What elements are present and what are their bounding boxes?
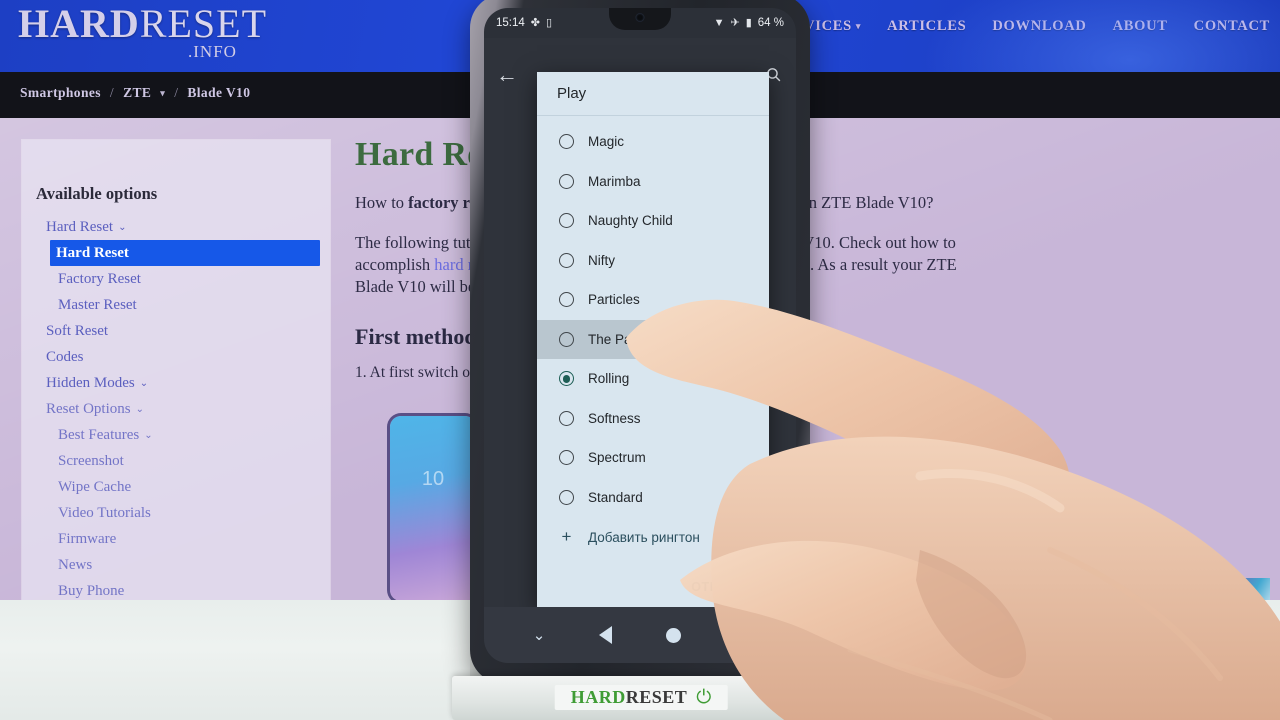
back-arrow-icon[interactable]: ← xyxy=(496,64,518,86)
sidebar-item-hard-reset-group[interactable]: Hard Reset ⌄ xyxy=(22,214,330,240)
logo-reset-text: RESET xyxy=(139,1,268,46)
sidebar-item-hidden-modes[interactable]: Hidden Modes ⌄ xyxy=(22,370,330,396)
sidebar-item-factory-reset[interactable]: Factory Reset xyxy=(22,266,330,292)
breadcrumb-separator: / xyxy=(174,85,179,100)
nav-item-label: CONTACT xyxy=(1193,18,1270,34)
sidebar-item-wipe-cache[interactable]: Wipe Cache xyxy=(22,474,330,500)
sidebar: Available options Hard Reset ⌄ Hard Reset… xyxy=(22,140,330,604)
radio-button[interactable] xyxy=(559,252,574,268)
breadcrumb-separator: / xyxy=(109,85,115,100)
sidebar-item-label: Soft Reset xyxy=(46,322,109,339)
chevron-down-icon: ⌄ xyxy=(144,429,153,441)
hand-pointing xyxy=(626,299,1280,720)
nav-item-download[interactable]: DOWNLOAD xyxy=(992,18,1086,35)
bluetooth-icon: ✤ xyxy=(530,16,540,29)
sidebar-list: Hard Reset ⌄ Hard Reset Factory Reset Mas… xyxy=(22,214,330,604)
radio-button[interactable] xyxy=(559,331,574,347)
radio-button[interactable] xyxy=(559,489,574,505)
radio-button[interactable] xyxy=(559,134,574,150)
nav-item-label: ABOUT xyxy=(1112,18,1168,34)
ringtone-option-magic[interactable]: Magic xyxy=(537,122,769,162)
logo-info-text: .INFO xyxy=(188,42,237,61)
back-icon[interactable] xyxy=(598,626,612,644)
chevron-down-icon: ⌄ xyxy=(135,403,144,415)
ringtone-label: Nifty xyxy=(588,252,615,268)
nav-item-articles[interactable]: ARTICLES xyxy=(887,18,966,35)
sidebar-title: Available options xyxy=(36,184,158,203)
sidebar-item-firmware[interactable]: Firmware xyxy=(22,526,330,552)
article-phone-image xyxy=(390,416,476,601)
status-bar-right: ▼ ✈ ▮ 64 % xyxy=(714,17,784,29)
chevron-down-icon: ⌄ xyxy=(139,377,149,389)
chevron-down-icon: ⌄ xyxy=(118,221,127,233)
chevron-down-icon: ▾ xyxy=(855,21,862,31)
sidebar-item-label: Wipe Cache xyxy=(58,478,132,495)
nav-item-contact[interactable]: CONTACT xyxy=(1194,18,1270,35)
breadcrumb: Smartphones / ZTE ▾ / Blade V10 xyxy=(20,85,250,101)
ringtone-label: Marimba xyxy=(588,173,641,189)
radio-button[interactable] xyxy=(559,450,574,466)
sidebar-item-best-features[interactable]: Best Features ⌄ xyxy=(22,422,330,448)
nav-item-label: ARTICLES xyxy=(887,18,967,34)
dialog-title: Play xyxy=(537,72,769,116)
sidebar-item-news[interactable]: News xyxy=(22,552,330,578)
airplane-icon: ✈ xyxy=(730,16,740,29)
sidebar-item-label: Codes xyxy=(46,348,84,365)
radio-button[interactable] xyxy=(559,173,574,189)
sidebar-item-label: Best Features xyxy=(58,426,140,443)
battery-icon: ▮ xyxy=(745,16,752,29)
status-time: 15:14 xyxy=(496,17,525,29)
camera-notch xyxy=(609,8,671,30)
screenshot-scene: HARDRESET .INFO ES ▾ DEVICES ▾ ARTICLES … xyxy=(0,0,1280,720)
breadcrumb-item-smartphones[interactable]: Smartphones xyxy=(20,85,101,101)
sidebar-item-label: Master Reset xyxy=(58,296,137,313)
plus-icon: + xyxy=(561,527,572,546)
breadcrumb-item-zte[interactable]: ZTE xyxy=(123,85,151,101)
ringtone-option-marimba[interactable]: Marimba xyxy=(537,162,769,202)
chevron-down-icon[interactable]: ⌄ xyxy=(533,626,546,644)
sidebar-item-label: Reset Options xyxy=(46,400,131,417)
radio-button[interactable] xyxy=(559,292,574,308)
chevron-down-icon: ▾ xyxy=(160,87,166,98)
radio-button-selected[interactable] xyxy=(559,371,574,387)
status-battery-level: 64 % xyxy=(757,17,784,29)
ringtone-label: Naughty Child xyxy=(588,213,673,229)
sidebar-item-label: Video Tutorials xyxy=(58,504,151,521)
article-text: How to xyxy=(355,193,409,212)
sidebar-item-soft-reset[interactable]: Soft Reset xyxy=(22,318,330,344)
stand-hard-text: HARD xyxy=(570,687,626,707)
site-logo[interactable]: HARDRESET xyxy=(18,4,267,44)
logo-hard-text: HARD xyxy=(18,1,140,46)
sidebar-item-label: Firmware xyxy=(58,530,117,547)
sidebar-item-label: Factory Reset xyxy=(58,270,141,287)
radio-button[interactable] xyxy=(559,410,574,426)
ringtone-label: Magic xyxy=(588,134,625,150)
wifi-icon: ▼ xyxy=(713,16,725,29)
sidebar-item-label: Screenshot xyxy=(58,452,124,469)
sidebar-item-label: Hidden Modes xyxy=(46,374,135,391)
sidebar-item-label: Buy Phone xyxy=(58,582,125,599)
sidebar-item-codes[interactable]: Codes xyxy=(22,344,330,370)
sidebar-item-master-reset[interactable]: Master Reset xyxy=(22,292,330,318)
sidebar-item-hard-reset[interactable]: Hard Reset xyxy=(50,240,320,266)
radio-button[interactable] xyxy=(559,213,574,229)
sidebar-item-video-tutorials[interactable]: Video Tutorials xyxy=(22,500,330,526)
nav-item-about[interactable]: ABOUT xyxy=(1113,18,1168,35)
sidebar-item-label: News xyxy=(58,556,93,573)
article-text: in ZTE Blade V10? xyxy=(800,193,934,212)
sidebar-item-screenshot[interactable]: Screenshot xyxy=(22,448,330,474)
sidebar-item-label: Hard Reset xyxy=(46,218,114,235)
status-bar-left: 15:14 ✤ ▯ xyxy=(496,17,552,29)
sidebar-item-label: Hard Reset xyxy=(56,244,129,261)
sim-icon: ▯ xyxy=(546,16,553,29)
sidebar-item-reset-options[interactable]: Reset Options ⌄ xyxy=(22,396,330,422)
nav-item-label: DOWNLOAD xyxy=(992,18,1087,34)
breadcrumb-item-blade-v10[interactable]: Blade V10 xyxy=(187,85,250,101)
ringtone-option-naughty-child[interactable]: Naughty Child xyxy=(537,201,769,241)
